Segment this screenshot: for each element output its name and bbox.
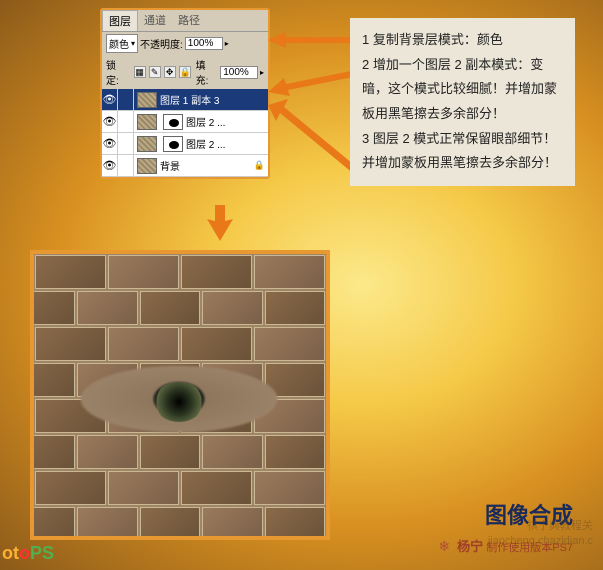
layer-thumbnail xyxy=(137,114,157,130)
layer-mask xyxy=(163,136,183,152)
snowflake-icon: ❄ xyxy=(438,538,450,554)
blend-mode-label: 颜色 xyxy=(109,36,129,51)
logo-part: ot xyxy=(2,543,19,563)
tab-paths[interactable]: 路径 xyxy=(172,10,206,31)
layers-panel: 图层 通道 路径 颜色 ▾ 不透明度: 100% ▸ 锁定: ▦ ✎ ✥ 🔒 填… xyxy=(100,8,270,179)
visibility-icon[interactable]: 👁 xyxy=(102,111,118,133)
instruction-line: 2 增加一个图层 2 副本模式：变暗，这个模式比较细腻！并增加蒙板用黑笔擦去多余… xyxy=(362,53,563,127)
visibility-icon[interactable]: 👁 xyxy=(102,133,118,155)
layer-name: 背景 xyxy=(160,158,254,173)
watermark-line: 祺宁典教程关 xyxy=(488,519,593,533)
layer-name: 图层 2 ... xyxy=(186,114,268,129)
instructions-box: 1 复制背景层模式：颜色 2 增加一个图层 2 副本模式：变暗，这个模式比较细腻… xyxy=(350,18,575,186)
tab-layers[interactable]: 图层 xyxy=(102,10,138,31)
chevron-down-icon: ▾ xyxy=(131,39,135,48)
layer-row[interactable]: 👁 图层 2 ... xyxy=(102,111,268,133)
lock-brush-icon[interactable]: ✎ xyxy=(149,66,161,78)
visibility-icon[interactable]: 👁 xyxy=(102,89,118,111)
lock-label: 锁定: xyxy=(106,57,129,87)
layer-name: 图层 2 ... xyxy=(186,136,268,151)
layer-row[interactable]: 👁 图层 2 ... xyxy=(102,133,268,155)
watermark-line: jiaocheng.chazidian.c xyxy=(488,534,593,548)
panel-tabs: 图层 通道 路径 xyxy=(102,10,268,32)
layer-thumbnail xyxy=(137,92,157,108)
arrow-icon xyxy=(268,30,358,50)
layer-mask xyxy=(163,114,183,130)
lock-all-icon[interactable]: 🔒 xyxy=(179,66,191,78)
opacity-arrow-icon[interactable]: ▸ xyxy=(225,39,229,48)
link-cell[interactable] xyxy=(118,155,134,177)
layer-list: 👁 图层 1 副本 3 👁 图层 2 ... 👁 图层 2 ... 👁 背景 🔒 xyxy=(102,89,268,177)
link-cell[interactable] xyxy=(118,89,134,111)
lock-move-icon[interactable]: ✥ xyxy=(164,66,176,78)
lock-icons: ▦ ✎ ✥ 🔒 xyxy=(131,66,194,78)
arrow-down-icon xyxy=(205,205,235,246)
lock-icon: 🔒 xyxy=(254,160,265,171)
composite-preview xyxy=(30,250,330,540)
fill-input[interactable]: 100% xyxy=(220,66,258,79)
instruction-line: 3 图层 2 模式正常保留眼部细节！并增加蒙板用黑笔擦去多余部分！ xyxy=(362,127,563,176)
fill-arrow-icon[interactable]: ▸ xyxy=(260,68,264,77)
lock-transparency-icon[interactable]: ▦ xyxy=(134,66,146,78)
visibility-icon[interactable]: 👁 xyxy=(102,155,118,177)
blend-mode-dropdown[interactable]: 颜色 ▾ xyxy=(106,34,138,53)
link-cell[interactable] xyxy=(118,111,134,133)
link-cell[interactable] xyxy=(118,133,134,155)
logo-part: o xyxy=(19,543,30,563)
blend-row: 颜色 ▾ 不透明度: 100% ▸ xyxy=(102,32,268,55)
layer-name: 图层 1 副本 3 xyxy=(160,92,268,107)
layer-row[interactable]: 👁 背景 🔒 xyxy=(102,155,268,177)
logo: otoPS xyxy=(2,543,54,564)
layer-row[interactable]: 👁 图层 1 副本 3 xyxy=(102,89,268,111)
watermark: 祺宁典教程关 jiaocheng.chazidian.c xyxy=(488,519,593,548)
eye-pupil xyxy=(154,382,204,422)
instruction-line: 1 复制背景层模式：颜色 xyxy=(362,28,563,53)
logo-part: PS xyxy=(30,543,54,563)
opacity-label: 不透明度: xyxy=(140,36,183,51)
layer-thumbnail xyxy=(137,158,157,174)
tab-channels[interactable]: 通道 xyxy=(138,10,172,31)
opacity-input[interactable]: 100% xyxy=(185,37,223,50)
fill-label: 填充: xyxy=(196,57,219,87)
signature: 杨宁 xyxy=(457,539,483,554)
layer-thumbnail xyxy=(137,136,157,152)
lock-row: 锁定: ▦ ✎ ✥ 🔒 填充: 100% ▸ xyxy=(102,55,268,89)
